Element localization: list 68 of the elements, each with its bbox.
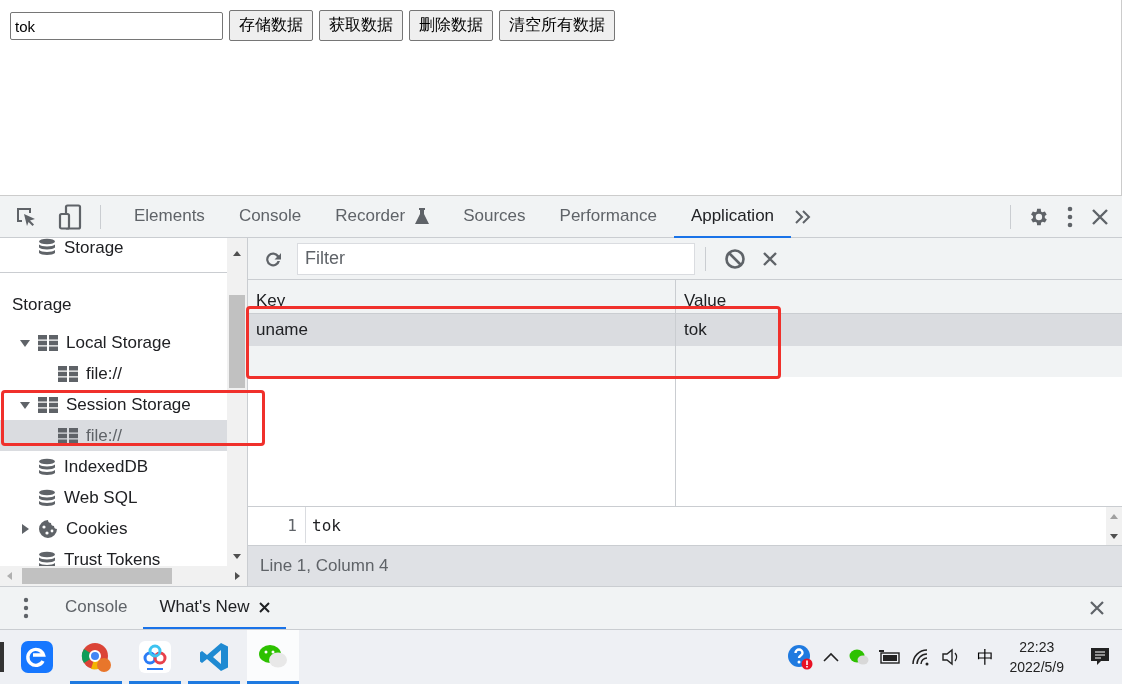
tree-item[interactable]: file:// [0,420,227,451]
cookie-icon [38,518,58,539]
table-icon [58,427,78,444]
code-editor-icon [198,641,230,673]
section-heading: Storage [11,294,73,316]
scroll-up-icon[interactable] [232,250,242,258]
table-row[interactable]: uname tok [248,314,1122,346]
column-header[interactable]: Value [676,280,1122,313]
e-logo-icon [21,641,53,673]
database-icon [38,550,56,566]
database-icon [38,238,56,256]
scroll-right-icon[interactable] [233,571,241,581]
panel-tab[interactable]: Recorder [318,195,447,238]
table-icon [38,334,58,351]
scroll-down-icon[interactable] [232,552,242,560]
panel-tab[interactable]: Sources [446,195,543,238]
text-input[interactable]: tok [10,12,223,40]
line-number: 1 [248,507,306,543]
scroll-thumb[interactable] [22,568,172,584]
device-icon[interactable] [58,203,82,230]
clock-time[interactable]: 22:23 [1019,639,1055,655]
flask-icon [415,207,430,224]
menu-icon[interactable] [1067,205,1073,228]
battery-icon[interactable] [878,650,901,664]
block-icon[interactable] [724,247,746,270]
notification-icon[interactable] [1090,647,1110,667]
status-text: Line 1, Column 4 [248,546,1122,586]
filter-field[interactable]: Filter [297,242,695,275]
scroll-down-icon[interactable] [1109,531,1119,540]
page-button[interactable]: 删除数据 [409,10,493,41]
table-cell-text: tok [683,319,708,341]
disclosure-icon[interactable] [20,337,30,348]
disclosure-icon[interactable] [20,399,30,410]
scrollbar[interactable] [227,238,247,566]
tree-item[interactable]: file:// [0,358,227,389]
taskbar-app[interactable] [247,630,299,684]
tree-item[interactable]: Session Storage [0,389,227,420]
page-button[interactable]: 存储数据 [229,10,313,41]
code-line: tok [311,515,341,535]
browser-icon [80,641,112,673]
tree-item[interactable]: Web SQL [0,482,227,513]
cloud-icon [139,641,171,673]
scroll-thumb[interactable] [229,295,245,388]
tree-item[interactable]: Cookies [0,513,227,544]
close-icon[interactable] [258,601,270,613]
page-button[interactable]: 清空所有数据 [499,10,615,41]
help-icon[interactable] [786,644,813,670]
tree-item[interactable]: Local Storage [0,327,227,358]
panel-tab[interactable]: Console [221,195,319,238]
chevrons-icon[interactable] [795,209,812,224]
tree-item[interactable]: Storage [0,238,227,266]
tree-item[interactable]: IndexedDB [0,451,227,482]
database-icon [38,457,56,476]
input-method-indicator[interactable]: 中 [976,645,994,669]
chevron-up-icon[interactable] [822,652,839,662]
panel-tab[interactable]: Performance [542,195,674,238]
table-icon [58,365,78,382]
scrollbar[interactable] [0,566,247,586]
disclosure-icon[interactable] [20,523,30,534]
wifi-icon[interactable] [910,648,931,666]
menu-icon[interactable] [23,597,29,619]
tree-item[interactable]: Trust Tokens [0,544,227,566]
page-button[interactable]: 获取数据 [319,10,403,41]
clock-date[interactable]: 2022/5/9 [1009,659,1064,675]
drawer-tab[interactable]: Console [49,587,144,629]
database-icon [38,488,56,507]
table-icon [38,396,58,413]
panel-tab[interactable]: Elements [117,195,222,238]
